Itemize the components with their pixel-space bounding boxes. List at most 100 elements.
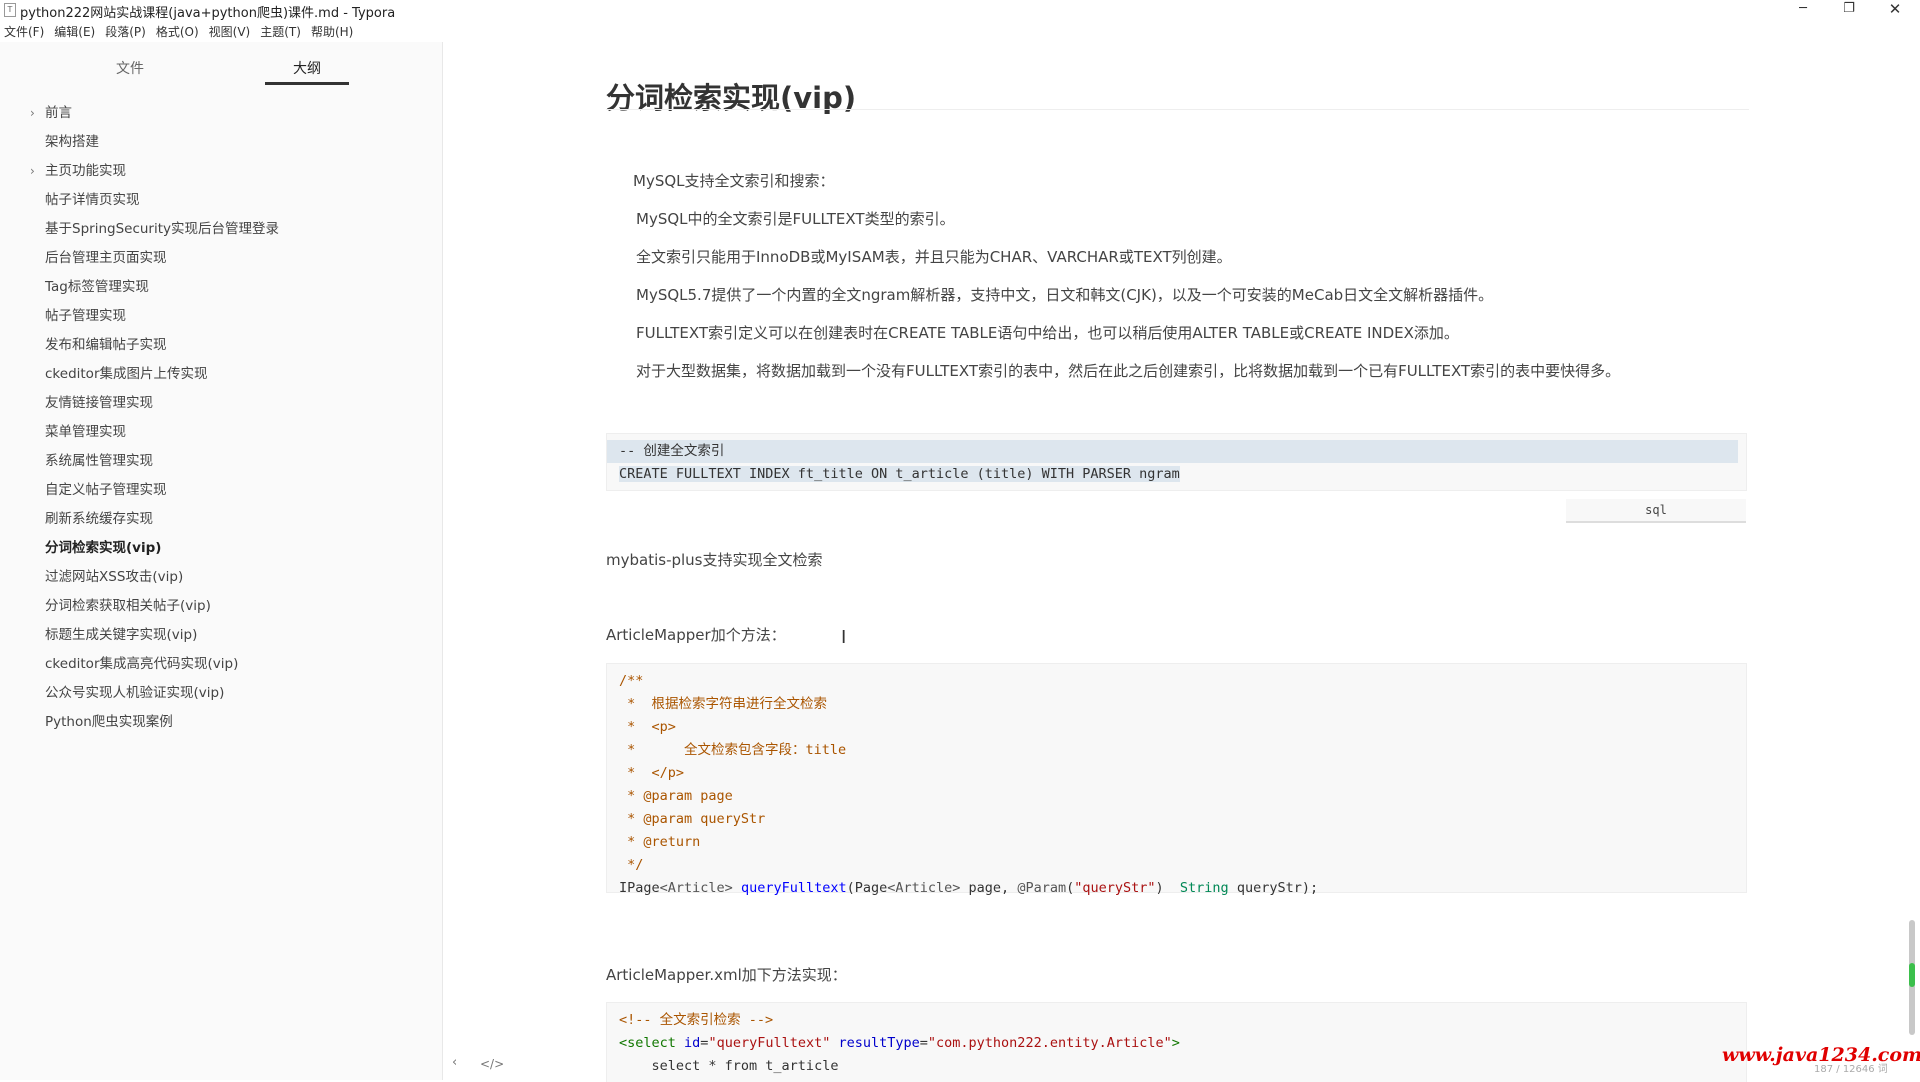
java-code-block[interactable]: /** * 根据检索字符串进行全文检索 * <p> * 全文检索包含字段：tit… <box>606 663 1747 896</box>
outline-item[interactable]: 标题生成关键字实现(vip) <box>0 621 442 650</box>
outline-item[interactable]: 刷新系统缓存实现 <box>0 505 442 534</box>
javadoc-line: */ <box>619 857 644 873</box>
code-token: ( <box>846 880 855 896</box>
outline-item[interactable]: 过滤网站XSS攻击(vip) <box>0 563 442 592</box>
quote-line: FULLTEXT索引定义可以在创建表时在CREATE TABLE语句中给出，也可… <box>636 324 1459 342</box>
outline-item[interactable]: 友情链接管理实现 <box>0 389 442 418</box>
outline-item-label: 主页功能实现 <box>45 163 126 179</box>
javadoc-line: * @return <box>619 834 701 850</box>
outline-item[interactable]: ckeditor集成高亮代码实现(vip) <box>0 650 442 679</box>
xml-code-block[interactable]: <!-- 全文索引检索 --> <select id = "queryFulltex… <box>606 1002 1747 1082</box>
paragraph-mapper: ArticleMapper加个方法： <box>606 626 786 644</box>
outline-item[interactable]: 分词检索实现(vip) <box>0 534 442 563</box>
code-token: <Article> <box>659 880 733 896</box>
outline-item[interactable]: 自定义帖子管理实现 <box>0 476 442 505</box>
javadoc-comment: /** * 根据检索字符串进行全文检索 * <p> * 全文检索包含字段：tit… <box>607 670 1746 877</box>
outline-item-label: 标题生成关键字实现(vip) <box>45 627 198 643</box>
code-token: queryFulltext <box>740 880 847 896</box>
quote-line: 对于大型数据集，将数据加载到一个没有FULLTEXT索引的表中，然后在此之后创建… <box>636 362 1621 380</box>
title-bar: T python222网站实战课程(java+python爬虫)课件.md - … <box>0 0 1920 21</box>
sql-comment-line: -- 创建全文索引 <box>607 440 1738 463</box>
chevron-right-icon[interactable]: › <box>30 157 35 186</box>
xml-sql-line: select * from t_article <box>619 1058 839 1074</box>
javadoc-line: * </p> <box>619 765 685 781</box>
outline-item[interactable]: 基于SpringSecurity实现后台管理登录 <box>0 215 442 244</box>
menu-help[interactable]: 帮助(H) <box>307 22 359 42</box>
code-language-label[interactable]: sql <box>1566 499 1746 523</box>
outline-item-label: ckeditor集成高亮代码实现(vip) <box>45 656 239 672</box>
tab-outline[interactable]: 大纲 <box>267 58 347 78</box>
menu-bar: 文件(F) 编辑(E) 段落(P) 格式(O) 视图(V) 主题(T) 帮助(H… <box>0 22 359 42</box>
text-cursor-icon: I <box>841 627 847 648</box>
sql-code-block[interactable]: -- 创建全文索引 CREATE FULLTEXT INDEX ft_title… <box>606 433 1747 491</box>
code-token: IPage <box>619 880 660 896</box>
outline-item[interactable]: 分词检索获取相关帖子(vip) <box>0 592 442 621</box>
active-tab-indicator <box>265 82 349 85</box>
code-token: ) <box>1155 880 1180 896</box>
outline-item-label: 基于SpringSecurity实现后台管理登录 <box>45 221 280 237</box>
menu-format[interactable]: 格式(O) <box>152 22 205 42</box>
menu-view[interactable]: 视图(V) <box>205 22 257 42</box>
code-token: <select <box>619 1035 676 1051</box>
code-token: page, <box>960 880 1018 896</box>
outline-item[interactable]: 公众号实现人机验证实现(vip) <box>0 679 442 708</box>
outline-item[interactable]: 系统属性管理实现 <box>0 447 442 476</box>
paragraph-mybatis: mybatis-plus支持实现全文检索 <box>606 551 823 569</box>
javadoc-line: /** <box>619 673 644 689</box>
outline-item[interactable]: ckeditor集成图片上传实现 <box>0 360 442 389</box>
outline-item-label: 过滤网站XSS攻击(vip) <box>45 569 184 585</box>
outline-item[interactable]: 帖子管理实现 <box>0 302 442 331</box>
outline-item[interactable]: Python爬虫实现案例 <box>0 708 442 737</box>
minimize-icon[interactable]: ─ <box>1780 0 1826 20</box>
tab-files[interactable]: 文件 <box>90 58 170 78</box>
outline-item[interactable]: › 前言 <box>0 99 442 128</box>
code-token: "com.python222.entity.Article" <box>927 1035 1172 1051</box>
outline-item-label: 帖子管理实现 <box>45 308 126 324</box>
outline-item-label: 架构搭建 <box>45 134 99 150</box>
outline-item[interactable]: › 主页功能实现 <box>0 157 442 186</box>
outline-item-label: 分词检索实现(vip) <box>45 540 162 556</box>
outline-item[interactable]: Tag标签管理实现 <box>0 273 442 302</box>
restore-icon[interactable]: ❐ <box>1826 0 1872 20</box>
code-token: resultType <box>830 1035 920 1051</box>
toggle-sidebar-icon[interactable]: ‹ <box>452 1055 457 1070</box>
outline-item-label: 分词检索获取相关帖子(vip) <box>45 598 211 614</box>
outline-item[interactable]: 菜单管理实现 <box>0 418 442 447</box>
quote-line: MySQL5.7提供了一个内置的全文ngram解析器，支持中文，日文和韩文(CJ… <box>636 286 1494 304</box>
code-token: @Param <box>1017 880 1067 896</box>
editor-area[interactable]: 分词检索实现(vip) MySQL支持全文索引和搜索： MySQL中的全文索引是… <box>443 42 1920 1082</box>
source-code-mode-icon[interactable]: </> <box>480 1057 504 1071</box>
menu-paragraph[interactable]: 段落(P) <box>101 22 152 42</box>
outline-item-label: Tag标签管理实现 <box>45 279 149 295</box>
outline-item-label: ckeditor集成图片上传实现 <box>45 366 208 382</box>
outline-item[interactable]: 发布和编辑帖子实现 <box>0 331 442 360</box>
menu-file[interactable]: 文件(F) <box>0 22 50 42</box>
sql-statement-line: CREATE FULLTEXT INDEX ft_title ON t_arti… <box>607 463 1746 486</box>
outline-item-label: 帖子详情页实现 <box>45 192 140 208</box>
outline-item-label: 菜单管理实现 <box>45 424 126 440</box>
method-signature-line: IPage<Article> queryFulltext(Page<Articl… <box>607 877 1746 900</box>
outline-item-label: 公众号实现人机验证实现(vip) <box>45 685 225 701</box>
word-count[interactable]: 187 / 12646 词 <box>1814 1060 1888 1075</box>
sql-statement-text: CREATE FULLTEXT INDEX ft_title ON t_arti… <box>619 466 1180 482</box>
outline-item-label: Python爬虫实现案例 <box>45 714 173 730</box>
close-icon[interactable]: ✕ <box>1872 0 1918 20</box>
menu-edit[interactable]: 编辑(E) <box>50 22 101 42</box>
typora-app-icon: T <box>4 3 16 17</box>
code-token: id <box>675 1035 701 1051</box>
code-token: <Article> <box>887 880 961 896</box>
blockquote: MySQL支持全文索引和搜索： MySQL中的全文索引是FULLTEXT类型的索… <box>633 162 1736 390</box>
code-token: queryStr); <box>1228 880 1319 896</box>
outline-item[interactable]: 后台管理主页面实现 <box>0 244 442 273</box>
outline-item-label: 发布和编辑帖子实现 <box>45 337 167 353</box>
outline-list: › 前言架构搭建 › 主页功能实现 帖子详情页实现基于SpringSecurity实现后… <box>0 99 442 737</box>
scrollbar-thumb[interactable] <box>1909 963 1915 987</box>
outline-item-label: 后台管理主页面实现 <box>45 250 167 266</box>
outline-item-label: 自定义帖子管理实现 <box>45 482 167 498</box>
outline-item[interactable]: 帖子详情页实现 <box>0 186 442 215</box>
chevron-right-icon[interactable]: › <box>30 99 35 128</box>
code-token: > <box>1171 1035 1180 1051</box>
sidebar-tabs: 文件 大纲 <box>0 42 442 88</box>
outline-item[interactable]: 架构搭建 <box>0 128 442 157</box>
menu-theme[interactable]: 主题(T) <box>256 22 307 42</box>
